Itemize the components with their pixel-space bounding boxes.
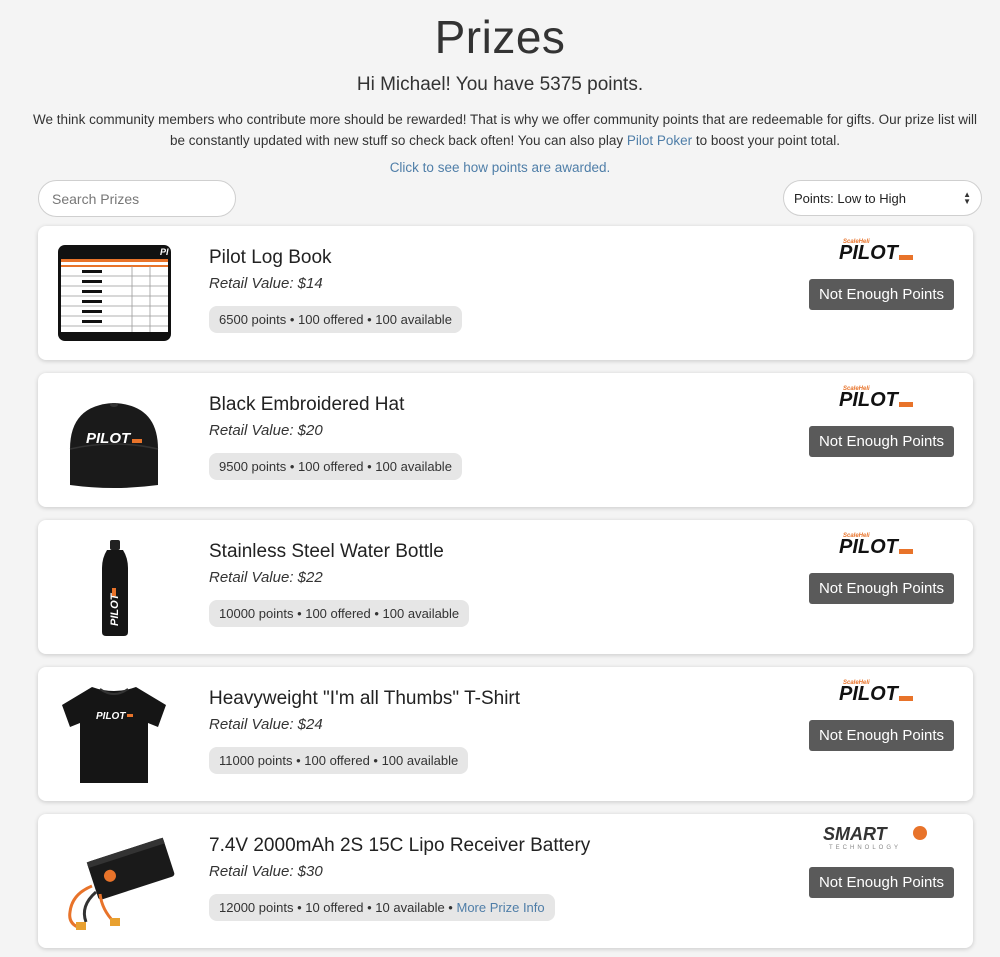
svg-text:PILOT: PILOT: [109, 592, 121, 626]
prize-image-t-shirt: PILOT: [52, 681, 176, 787]
prize-retail-value: Retail Value: $24: [209, 716, 323, 733]
prize-retail-value: Retail Value: $30: [209, 863, 323, 880]
prize-name: Stainless Steel Water Bottle: [209, 541, 444, 562]
how-points-awarded-link[interactable]: Click to see how points are awarded.: [390, 160, 611, 175]
points-greeting: Hi Michael! You have 5375 points.: [356, 74, 644, 95]
svg-text:TECHNOLOGY: TECHNOLOGY: [829, 845, 901, 851]
prize-details: 9500 points • 100 offered • 100 availabl…: [219, 459, 452, 474]
prize-name: Pilot Log Book: [209, 247, 332, 268]
not-enough-points-button[interactable]: Not Enough Points: [809, 867, 954, 898]
prize-retail-value: Retail Value: $20: [209, 422, 323, 439]
not-enough-points-button[interactable]: Not Enough Points: [809, 279, 954, 310]
prize-image-lipo-battery: [52, 828, 176, 934]
prize-details-badge: 11000 points • 100 offered • 100 availab…: [209, 747, 469, 774]
brand-logo-pilot: ScaleHeli PILOT: [837, 529, 917, 558]
prize-card: PILOT Black Embroidered Hat Retail Value…: [38, 373, 973, 507]
prize-image-log-book: PI: [52, 240, 176, 346]
not-enough-points-button[interactable]: Not Enough Points: [809, 573, 954, 604]
not-enough-points-button[interactable]: Not Enough Points: [809, 426, 954, 457]
intro-text: We think community members who contribut…: [30, 109, 980, 151]
brand-logo-pilot: ScaleHeli PILOT: [837, 235, 917, 264]
prize-details: 6500 points • 100 offered • 100 availabl…: [219, 312, 452, 327]
pilot-poker-link[interactable]: Pilot Poker: [627, 133, 692, 148]
brand-logo-pilot: ScaleHeli PILOT: [837, 676, 917, 705]
how-points-awarded-row: Click to see how points are awarded.: [0, 160, 1000, 175]
svg-text:PILOT: PILOT: [96, 711, 126, 722]
prize-image-water-bottle: PILOT: [52, 534, 176, 640]
prize-retail-value: Retail Value: $22: [209, 569, 323, 586]
svg-text:PILOT: PILOT: [839, 389, 900, 410]
svg-text:PILOT: PILOT: [86, 430, 132, 447]
svg-text:PILOT: PILOT: [839, 536, 900, 557]
prize-details: 12000 points • 10 offered • 10 available…: [219, 900, 457, 915]
prize-card: PI Pilot Log Book Retail Value: $14 6500…: [38, 226, 973, 360]
search-prizes-input[interactable]: [38, 180, 236, 217]
prize-name: Heavyweight "I'm all Thumbs" T-Shirt: [209, 688, 521, 709]
not-enough-points-button[interactable]: Not Enough Points: [809, 720, 954, 751]
prize-retail-value: Retail Value: $14: [209, 275, 323, 292]
prize-details-badge: 9500 points • 100 offered • 100 availabl…: [209, 453, 462, 480]
prize-card: 7.4V 2000mAh 2S 15C Lipo Receiver Batter…: [38, 814, 973, 948]
prize-details-badge: 6500 points • 100 offered • 100 availabl…: [209, 306, 462, 333]
prize-image-hat: PILOT: [52, 387, 176, 493]
svg-text:PI: PI: [160, 247, 169, 257]
brand-logo-smart: SMART TECHNOLOGY: [821, 823, 933, 851]
svg-text:PILOT: PILOT: [839, 242, 900, 263]
prize-card: PILOT Stainless Steel Water Bottle Retai…: [38, 520, 973, 654]
page-title: Prizes: [434, 11, 566, 63]
prize-card: PILOT Heavyweight "I'm all Thumbs" T-Shi…: [38, 667, 973, 801]
sort-select[interactable]: Points: Low to High ▲ ▼: [783, 180, 982, 216]
prize-details: 10000 points • 100 offered • 100 availab…: [219, 606, 460, 621]
sort-select-value: Points: Low to High: [794, 190, 907, 206]
prize-details-badge: 10000 points • 100 offered • 100 availab…: [209, 600, 470, 627]
prizes-page: Prizes Hi Michael! You have 5375 points.…: [0, 0, 1000, 957]
prize-details: 11000 points • 100 offered • 100 availab…: [219, 753, 459, 768]
intro-text-part2: to boost your point total.: [692, 133, 840, 148]
prize-name: Black Embroidered Hat: [209, 394, 405, 415]
svg-text:SMART: SMART: [823, 824, 889, 844]
prize-details-badge: 12000 points • 10 offered • 10 available…: [209, 894, 555, 921]
prize-name: 7.4V 2000mAh 2S 15C Lipo Receiver Batter…: [209, 835, 591, 856]
brand-logo-pilot: ScaleHeli PILOT: [837, 382, 917, 411]
select-arrows-icon: ▲ ▼: [963, 190, 971, 206]
svg-text:PILOT: PILOT: [839, 683, 900, 704]
more-prize-info-link[interactable]: More Prize Info: [456, 900, 544, 915]
